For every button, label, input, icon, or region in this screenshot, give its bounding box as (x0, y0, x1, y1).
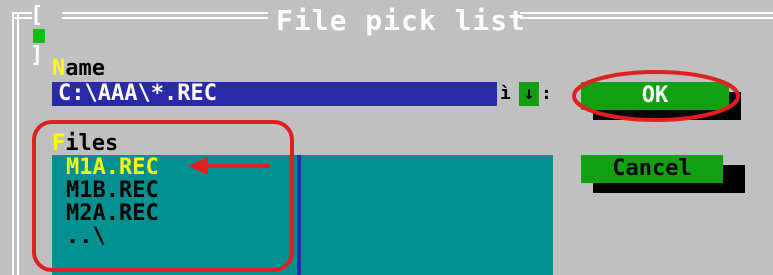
file-pick-dialog: [] File pick list Name C:\AAA\*.REC ì ↓ … (0, 0, 773, 275)
name-label-hotkey: N (52, 56, 66, 81)
name-label: Name (52, 58, 105, 80)
ok-button-shadow (593, 110, 741, 120)
file-item-selected[interactable]: M1A.REC (66, 156, 159, 179)
files-label-text: iles (65, 131, 119, 156)
frame-left (12, 12, 19, 275)
name-label-text: ame (65, 56, 105, 81)
cancel-button-shadow-side (723, 165, 745, 193)
frame-top-mid (62, 12, 268, 19)
name-input[interactable]: C:\AAA\*.REC (52, 82, 497, 106)
close-box[interactable]: [] (30, 5, 60, 67)
file-item[interactable]: M2A.REC (66, 202, 159, 225)
dropdown-arrow-icon[interactable]: ↓ (519, 82, 539, 106)
files-label: Files (52, 133, 118, 155)
files-label-hotkey: F (52, 131, 66, 156)
cancel-button[interactable]: Cancel (581, 155, 723, 183)
dialog-title: File pick list (276, 4, 527, 37)
file-item-parent-dir[interactable]: ..\ (66, 225, 159, 248)
file-list[interactable]: M1A.REC M1B.REC M2A.REC ..\ (66, 156, 159, 248)
dropdown-tail: : (541, 83, 552, 104)
name-input-tail: ì (500, 83, 511, 104)
file-list-divider (297, 155, 301, 275)
frame-top-right (520, 12, 773, 19)
close-icon[interactable] (33, 29, 45, 43)
ok-button-shadow-side (729, 92, 741, 120)
ok-button[interactable]: OK (581, 82, 729, 110)
file-item[interactable]: M1B.REC (66, 179, 159, 202)
